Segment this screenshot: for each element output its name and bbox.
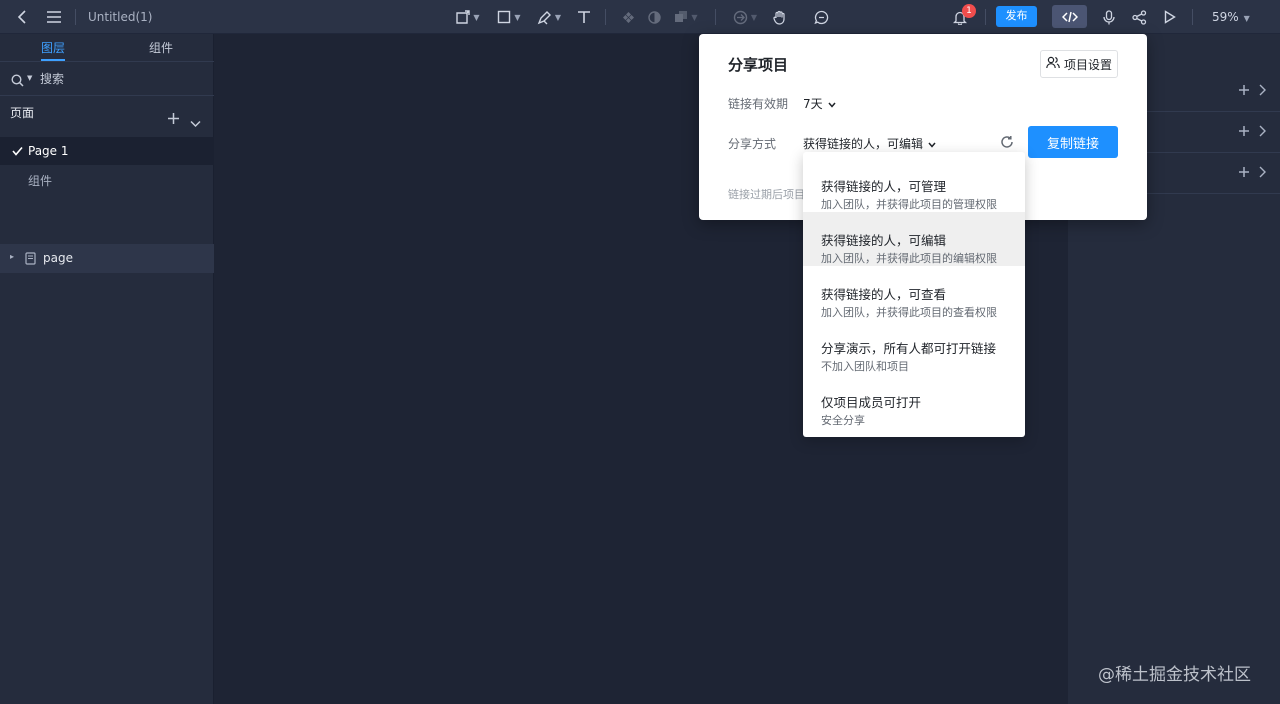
pen-tool-icon[interactable]: ▼: [534, 0, 564, 34]
watermark: @稀土掘金技术社区: [1098, 665, 1251, 685]
add-property-icon[interactable]: [1238, 84, 1250, 99]
share-icon[interactable]: [1130, 0, 1148, 34]
sidebar-tabs: 图层 组件: [0, 34, 214, 62]
check-icon: [12, 145, 23, 159]
component-icon[interactable]: [620, 0, 636, 34]
chevron-right-icon[interactable]: [1258, 166, 1266, 181]
option-subtitle: 安全分享: [821, 414, 865, 427]
dialog-title: 分享项目: [728, 56, 789, 74]
toolbar-divider: [605, 9, 606, 25]
share-option-view[interactable]: 获得链接的人，可查看 加入团队，并获得此项目的查看权限: [803, 266, 1025, 320]
chevron-down-icon[interactable]: ▼: [27, 74, 32, 82]
link-expiry-label: 链接有效期: [728, 97, 789, 111]
text-tool-icon[interactable]: [575, 0, 593, 34]
page-item-components[interactable]: 组件: [0, 165, 214, 193]
option-subtitle: 不加入团队和项目: [821, 360, 909, 373]
toolbar-divider: [715, 9, 716, 25]
page-frame-icon: [25, 252, 36, 268]
share-option-edit[interactable]: 获得链接的人，可编辑 加入团队，并获得此项目的编辑权限: [803, 212, 1025, 266]
layer-label: page: [43, 251, 73, 265]
collapse-pages-icon[interactable]: [190, 113, 201, 132]
pages-heading: 页面: [10, 106, 35, 120]
page-label: 组件: [28, 174, 53, 188]
expiry-footnote: 链接过期后项目: [728, 188, 805, 201]
toolbar-divider: [75, 9, 76, 25]
option-subtitle: 加入团队，并获得此项目的编辑权限: [821, 252, 997, 265]
option-title: 获得链接的人，可编辑: [821, 233, 947, 248]
users-icon: [1046, 56, 1060, 72]
comment-icon[interactable]: [812, 0, 830, 34]
chevron-right-icon[interactable]: [1258, 125, 1266, 140]
top-toolbar: Untitled(1) ▼ ▼ ▼ ▼ ▼ 1 发布 59% ▼: [0, 0, 1280, 34]
frame-tool-icon[interactable]: ▼: [453, 0, 483, 34]
add-page-icon[interactable]: [167, 110, 180, 129]
project-settings-label: 项目设置: [1063, 57, 1112, 72]
hand-tool-icon[interactable]: [771, 0, 789, 34]
option-subtitle: 加入团队，并获得此项目的管理权限: [821, 198, 997, 211]
shape-tool-icon[interactable]: ▼: [494, 0, 524, 34]
option-title: 仅项目成员可打开: [821, 395, 922, 410]
tab-components[interactable]: 组件: [149, 34, 173, 62]
document-title[interactable]: Untitled(1): [88, 0, 152, 34]
prototype-icon[interactable]: ▼: [730, 0, 760, 34]
layer-item-page[interactable]: ▸ page: [0, 244, 214, 273]
page-item-page-1[interactable]: Page 1: [0, 137, 214, 165]
option-title: 分享演示，所有人都可打开链接: [821, 341, 997, 356]
notification-badge: 1: [962, 4, 976, 18]
link-expiry-select[interactable]: 7天: [803, 95, 836, 112]
add-property-icon[interactable]: [1238, 125, 1250, 140]
tab-layers[interactable]: 图层: [41, 34, 65, 62]
search-icon[interactable]: [11, 72, 24, 91]
option-subtitle: 加入团队，并获得此项目的查看权限: [821, 306, 997, 319]
project-settings-button[interactable]: 项目设置: [1040, 50, 1118, 78]
share-option-manage[interactable]: 获得链接的人，可管理 加入团队，并获得此项目的管理权限: [803, 158, 1025, 212]
option-title: 获得链接的人，可查看: [821, 287, 947, 302]
toolbar-divider: [985, 9, 986, 25]
back-icon[interactable]: [12, 0, 32, 34]
left-sidebar: 图层 组件 ▼ 页面 Page 1 组件 ▸ page: [0, 34, 214, 704]
share-mode-select[interactable]: 获得链接的人，可编辑: [803, 135, 936, 152]
microphone-icon[interactable]: [1100, 0, 1118, 34]
mask-icon[interactable]: [646, 0, 662, 34]
refresh-icon[interactable]: [1000, 134, 1014, 153]
expand-caret-icon[interactable]: ▸: [10, 252, 14, 261]
page-label: Page 1: [28, 144, 69, 158]
chevron-down-icon: [928, 137, 936, 151]
add-property-icon[interactable]: [1238, 166, 1250, 181]
copy-link-button[interactable]: 复制链接: [1028, 126, 1118, 158]
toolbar-divider: [1192, 9, 1193, 25]
menu-icon[interactable]: [44, 0, 64, 34]
chevron-down-icon: [828, 97, 836, 111]
layer-search: ▼: [0, 62, 214, 96]
share-mode-dropdown: 获得链接的人，可管理 加入团队，并获得此项目的管理权限 获得链接的人，可编辑 加…: [803, 152, 1025, 437]
code-icon[interactable]: [1052, 5, 1087, 28]
share-option-members-only[interactable]: 仅项目成员可打开 安全分享: [803, 374, 1025, 428]
active-tab-indicator: [41, 59, 65, 61]
search-input[interactable]: [40, 70, 200, 88]
share-mode-value: 获得链接的人，可编辑: [803, 137, 924, 151]
option-title: 获得链接的人，可管理: [821, 179, 947, 194]
link-expiry-value: 7天: [803, 97, 823, 111]
boolean-icon[interactable]: ▼: [672, 0, 700, 34]
share-option-present[interactable]: 分享演示，所有人都可打开链接 不加入团队和项目: [803, 320, 1025, 374]
chevron-down-icon: ▼: [1243, 14, 1250, 23]
chevron-right-icon[interactable]: [1258, 84, 1266, 99]
share-mode-label: 分享方式: [728, 137, 777, 151]
zoom-value: 59%: [1212, 10, 1239, 24]
play-icon[interactable]: [1161, 0, 1179, 34]
publish-button[interactable]: 发布: [996, 6, 1037, 27]
zoom-control[interactable]: 59% ▼: [1212, 0, 1250, 34]
